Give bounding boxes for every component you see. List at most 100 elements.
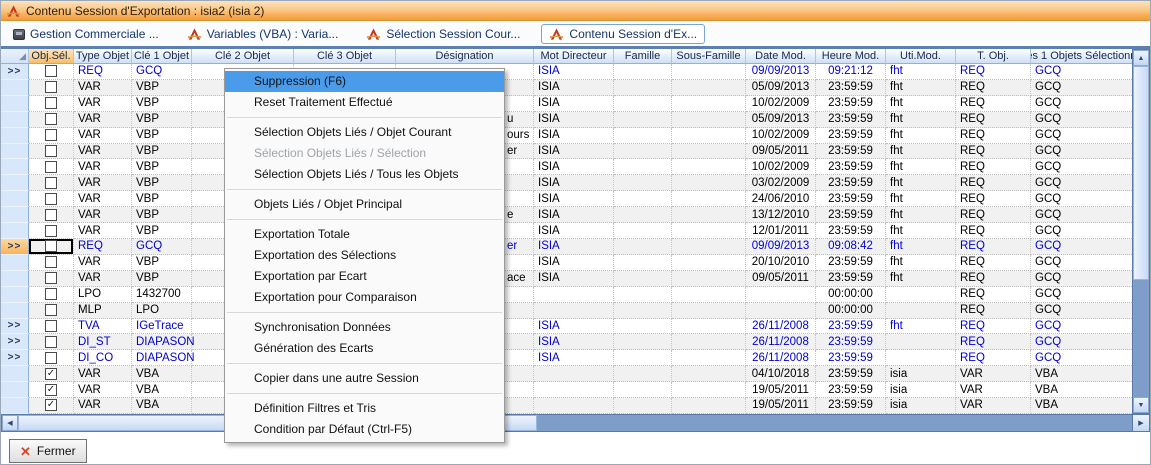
cell-mot-directeur[interactable] xyxy=(534,287,614,303)
row-selector-cell[interactable] xyxy=(1,366,29,382)
cell-obj-sel[interactable] xyxy=(29,207,74,223)
cell-sous-famille[interactable] xyxy=(672,255,746,271)
cell-type-objet[interactable]: VAR xyxy=(74,80,132,96)
cell-famille[interactable] xyxy=(614,191,672,207)
row-selector-cell[interactable] xyxy=(1,398,29,414)
cell-famille[interactable] xyxy=(614,271,672,287)
cell-mot-directeur[interactable]: ISIA xyxy=(534,175,614,191)
cell-type-objet[interactable]: MLP xyxy=(74,303,132,319)
cell-cle-1-objet[interactable]: VBP xyxy=(132,128,192,144)
cell-date-mod[interactable]: 26/11/2008 xyxy=(746,334,816,350)
scroll-right-button[interactable]: ▶ xyxy=(1132,414,1150,432)
cell-sous-famille[interactable] xyxy=(672,303,746,319)
cell-cle-1-objet[interactable]: VBP xyxy=(132,159,192,175)
cell-uti-mod[interactable]: fht xyxy=(886,112,956,128)
cell-uti-mod[interactable]: isia xyxy=(886,398,956,414)
cell-famille[interactable] xyxy=(614,80,672,96)
cell-cle-1-objet[interactable]: VBP xyxy=(132,112,192,128)
cell-obj-sel[interactable] xyxy=(29,334,74,350)
cell-type-objet[interactable]: VAR xyxy=(74,144,132,160)
column-header-sous-famille[interactable]: Sous-Famille xyxy=(672,49,746,64)
cell-famille[interactable] xyxy=(614,366,672,382)
cell-famille[interactable] xyxy=(614,128,672,144)
cell-uti-mod[interactable]: fht xyxy=(886,191,956,207)
cell-date-mod[interactable] xyxy=(746,303,816,319)
cell-t-obj[interactable]: REQ xyxy=(956,96,1031,112)
cell-t-obj[interactable]: REQ xyxy=(956,159,1031,175)
row-selector-cell[interactable]: >> xyxy=(1,350,29,366)
cell-type-objet[interactable]: VAR xyxy=(74,382,132,398)
cell-obj-sel[interactable] xyxy=(29,350,74,366)
cell-mot-directeur[interactable]: ISIA xyxy=(534,239,614,255)
cell-famille[interactable] xyxy=(614,303,672,319)
checkbox-unchecked[interactable] xyxy=(45,336,57,348)
cell-cle-1-objet[interactable]: VBP xyxy=(132,271,192,287)
cell-date-mod[interactable]: 19/05/2011 xyxy=(746,398,816,414)
checkbox-unchecked[interactable] xyxy=(45,352,57,364)
cell-famille[interactable] xyxy=(614,159,672,175)
cell-date-mod[interactable]: 09/09/2013 xyxy=(746,64,816,80)
cell-heure-mod[interactable]: 23:59:59 xyxy=(816,350,886,366)
cell-type-objet[interactable]: VAR xyxy=(74,112,132,128)
cell-sous-famille[interactable] xyxy=(672,334,746,350)
cell-cles-1-objets-selectionnes[interactable]: GCQ xyxy=(1031,191,1134,207)
cell-obj-sel[interactable] xyxy=(29,271,74,287)
cell-heure-mod[interactable]: 23:59:59 xyxy=(816,175,886,191)
row-selector-cell[interactable] xyxy=(1,303,29,319)
cell-famille[interactable] xyxy=(614,319,672,335)
column-header-uti-mod[interactable]: Uti.Mod. xyxy=(886,49,956,64)
scroll-down-button[interactable]: ▼ xyxy=(1133,397,1149,413)
row-selector-cell[interactable]: >> xyxy=(1,319,29,335)
cell-heure-mod[interactable]: 23:59:59 xyxy=(816,144,886,160)
cell-sous-famille[interactable] xyxy=(672,398,746,414)
cell-cles-1-objets-selectionnes[interactable]: VBA xyxy=(1031,366,1134,382)
cell-cles-1-objets-selectionnes[interactable]: GCQ xyxy=(1031,255,1134,271)
cell-cles-1-objets-selectionnes[interactable]: GCQ xyxy=(1031,112,1134,128)
cell-uti-mod[interactable]: fht xyxy=(886,64,956,80)
cell-obj-sel[interactable] xyxy=(29,223,74,239)
cell-famille[interactable] xyxy=(614,350,672,366)
cell-cle-1-objet[interactable]: IGeTrace xyxy=(132,319,192,335)
cell-heure-mod[interactable]: 23:59:59 xyxy=(816,159,886,175)
cell-type-objet[interactable]: REQ xyxy=(74,239,132,255)
cell-type-objet[interactable]: VAR xyxy=(74,96,132,112)
checkbox-unchecked[interactable] xyxy=(45,304,57,316)
cell-famille[interactable] xyxy=(614,96,672,112)
scroll-left-button[interactable]: ◀ xyxy=(2,415,18,431)
cell-date-mod[interactable] xyxy=(746,287,816,303)
row-selector-cell[interactable] xyxy=(1,96,29,112)
cell-t-obj[interactable]: REQ xyxy=(956,239,1031,255)
cell-cles-1-objets-selectionnes[interactable]: GCQ xyxy=(1031,303,1134,319)
cell-type-objet[interactable]: VAR xyxy=(74,223,132,239)
cell-cle-1-objet[interactable]: VBA xyxy=(132,382,192,398)
cell-obj-sel[interactable]: ✓ xyxy=(29,382,74,398)
cell-sous-famille[interactable] xyxy=(672,350,746,366)
cell-sous-famille[interactable] xyxy=(672,319,746,335)
column-header-designation[interactable]: Désignation xyxy=(396,49,534,64)
cell-date-mod[interactable]: 26/11/2008 xyxy=(746,350,816,366)
cell-date-mod[interactable]: 10/02/2009 xyxy=(746,96,816,112)
scroll-up-button[interactable]: ▲ xyxy=(1133,50,1149,66)
cell-mot-directeur[interactable]: ISIA xyxy=(534,334,614,350)
checkbox-checked[interactable]: ✓ xyxy=(45,368,57,380)
cell-heure-mod[interactable]: 23:59:59 xyxy=(816,128,886,144)
checkbox-checked[interactable]: ✓ xyxy=(45,384,57,396)
cell-type-objet[interactable]: VAR xyxy=(74,175,132,191)
cell-heure-mod[interactable]: 23:59:59 xyxy=(816,319,886,335)
cell-cles-1-objets-selectionnes[interactable]: GCQ xyxy=(1031,271,1134,287)
cell-obj-sel[interactable] xyxy=(29,64,74,80)
cell-date-mod[interactable]: 13/12/2010 xyxy=(746,207,816,223)
row-selector-cell[interactable] xyxy=(1,255,29,271)
tab-contenu-session-active[interactable]: Contenu Session d'Ex... xyxy=(541,24,705,44)
menu-item[interactable]: Exportation Totale xyxy=(225,224,504,245)
cell-date-mod[interactable]: 05/09/2013 xyxy=(746,80,816,96)
cell-heure-mod[interactable]: 23:59:59 xyxy=(816,366,886,382)
column-header-t-obj[interactable]: T. Obj. xyxy=(956,49,1031,64)
cell-heure-mod[interactable]: 23:59:59 xyxy=(816,96,886,112)
row-selector-cell[interactable] xyxy=(1,159,29,175)
checkbox-unchecked[interactable] xyxy=(45,81,57,93)
cell-obj-sel[interactable]: ✓ xyxy=(29,366,74,382)
cell-heure-mod[interactable]: 23:59:59 xyxy=(816,271,886,287)
cell-famille[interactable] xyxy=(614,112,672,128)
cell-cle-1-objet[interactable]: DIAPASON xyxy=(132,350,192,366)
